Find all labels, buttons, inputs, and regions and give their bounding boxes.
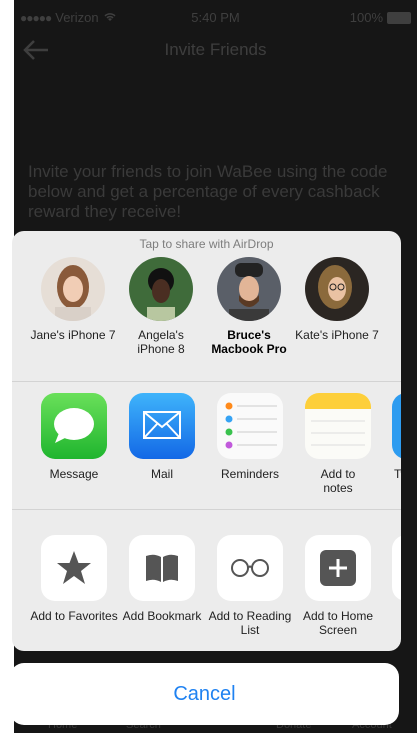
- battery-icon: [387, 11, 411, 24]
- notes-icon: [305, 393, 371, 459]
- battery-label: 100%: [349, 10, 383, 25]
- app-label: Message: [49, 467, 99, 481]
- avatar: [129, 257, 193, 321]
- action-partial[interactable]: [382, 535, 401, 601]
- action-label: Add to Favorites: [30, 609, 118, 623]
- twitter-icon: [392, 393, 401, 459]
- action-label: Add to Home Screen: [302, 609, 374, 637]
- status-bar: ●●●●● Verizon 5:40 PM 100%: [14, 0, 417, 36]
- page-title: Invite Friends: [164, 40, 267, 59]
- app-notes[interactable]: Add to notes: [294, 393, 382, 495]
- reminders-icon: [217, 393, 283, 459]
- app-label: Reminders: [220, 467, 280, 481]
- invite-text: Invite your friends to join WaBee using …: [28, 162, 388, 221]
- app-reminders[interactable]: Reminders: [206, 393, 294, 481]
- app-label: Add to notes: [320, 467, 356, 495]
- airdrop-person-partial[interactable]: [384, 257, 401, 321]
- action-add-home-screen[interactable]: Add to Home Screen: [294, 535, 382, 637]
- star-icon: [41, 535, 107, 601]
- airdrop-person[interactable]: Jane's iPhone 7: [30, 257, 116, 342]
- share-sheet: Tap to share with AirDrop Jane's iPhone …: [12, 231, 401, 651]
- person-name: Bruce's Macbook Pro: [211, 328, 287, 356]
- app-twitter-partial[interactable]: Tw: [382, 393, 401, 481]
- airdrop-caption: Tap to share with AirDrop: [139, 237, 274, 251]
- divider: [12, 381, 401, 382]
- person-name: Angela's iPhone 8: [137, 328, 185, 356]
- app-mail[interactable]: Mail: [118, 393, 206, 481]
- avatar: [41, 257, 105, 321]
- plus-square-icon: [305, 535, 371, 601]
- cancel-button[interactable]: Cancel: [10, 663, 399, 725]
- app-label: Tw: [394, 467, 401, 481]
- app-label: Mail: [150, 467, 173, 481]
- glasses-icon: [217, 535, 283, 601]
- mail-icon: [129, 393, 195, 459]
- action-label: Add Bookmark: [122, 609, 202, 623]
- person-name: Jane's iPhone 7: [30, 328, 116, 342]
- book-icon: [129, 535, 195, 601]
- nav-bar: Invite Friends: [14, 36, 417, 66]
- airdrop-person[interactable]: Bruce's Macbook Pro: [206, 257, 292, 356]
- avatar: [217, 257, 281, 321]
- avatar: [305, 257, 369, 321]
- action-partial-icon: [392, 535, 401, 601]
- airdrop-person[interactable]: Kate's iPhone 7: [294, 257, 380, 342]
- divider: [12, 509, 401, 510]
- message-icon: [41, 393, 107, 459]
- airdrop-person[interactable]: Angela's iPhone 8: [118, 257, 204, 356]
- action-add-bookmark[interactable]: Add Bookmark: [118, 535, 206, 623]
- action-label: Add to Reading List: [208, 609, 292, 637]
- airdrop-people-row: Jane's iPhone 7 Angela's iPhone 8 Bruce'…: [12, 257, 401, 387]
- action-add-reading-list[interactable]: Add to Reading List: [206, 535, 294, 637]
- person-name: Kate's iPhone 7: [295, 328, 379, 342]
- action-add-favorites[interactable]: Add to Favorites: [30, 535, 118, 623]
- app-message[interactable]: Message: [30, 393, 118, 481]
